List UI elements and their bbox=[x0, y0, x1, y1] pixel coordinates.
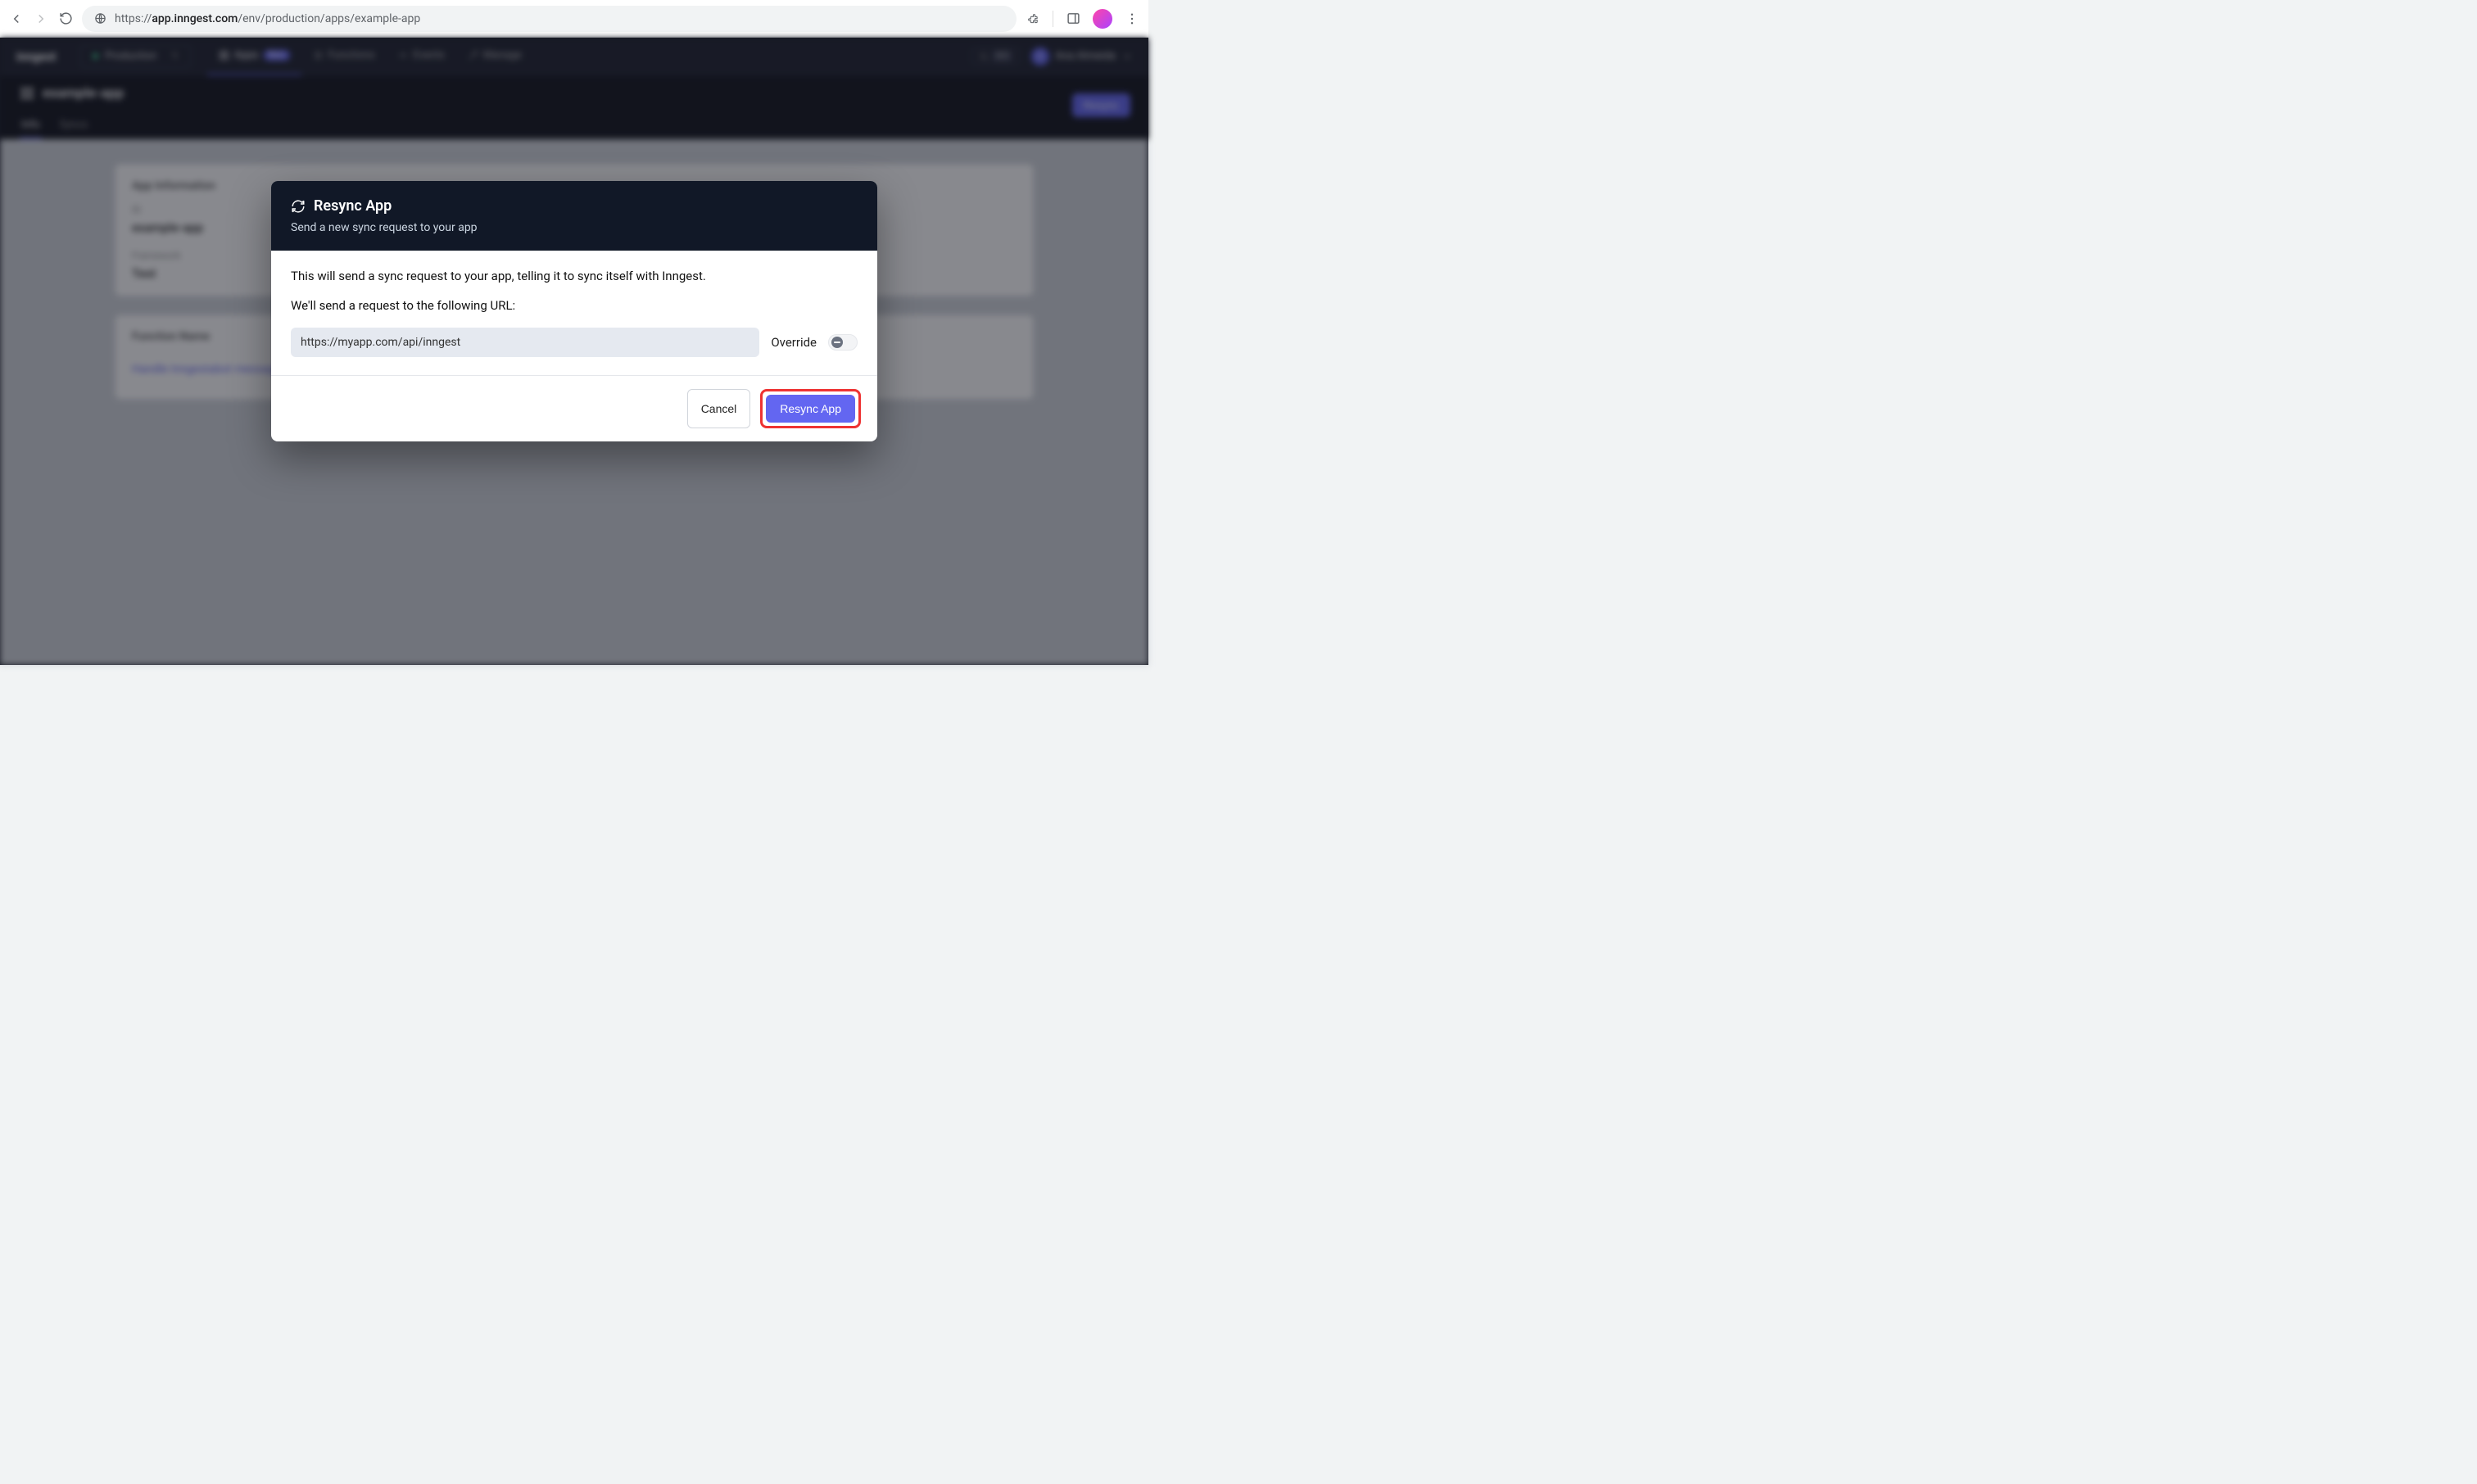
toggle-knob bbox=[831, 337, 843, 348]
browser-menu-icon[interactable] bbox=[1124, 11, 1140, 27]
modal-footer: Cancel Resync App bbox=[271, 375, 877, 441]
modal-overlay[interactable]: Resync App Send a new sync request to yo… bbox=[0, 38, 1148, 665]
modal-header: Resync App Send a new sync request to yo… bbox=[271, 181, 877, 251]
modal-body-text: This will send a sync request to your ap… bbox=[291, 269, 858, 283]
browser-reload-button[interactable] bbox=[57, 11, 74, 27]
browser-forward-button[interactable] bbox=[33, 11, 49, 27]
modal-body: This will send a sync request to your ap… bbox=[271, 251, 877, 375]
modal-body-text: We'll send a request to the following UR… bbox=[291, 298, 858, 313]
browser-chrome: https://app.inngest.com/env/production/a… bbox=[0, 0, 1148, 38]
globe-icon bbox=[93, 12, 106, 25]
browser-address-bar[interactable]: https://app.inngest.com/env/production/a… bbox=[82, 6, 1017, 32]
resync-modal: Resync App Send a new sync request to yo… bbox=[271, 181, 877, 441]
modal-title: Resync App bbox=[314, 197, 392, 215]
sync-url-display: https://myapp.com/api/inngest bbox=[291, 328, 759, 357]
browser-back-button[interactable] bbox=[8, 11, 25, 27]
browser-profile-avatar[interactable] bbox=[1093, 9, 1112, 29]
panel-icon[interactable] bbox=[1065, 11, 1081, 27]
sync-icon bbox=[291, 199, 306, 214]
override-label: Override bbox=[771, 335, 817, 350]
modal-subtitle: Send a new sync request to your app bbox=[291, 221, 858, 234]
resync-confirm-button[interactable]: Resync App bbox=[766, 395, 855, 423]
cancel-button[interactable]: Cancel bbox=[687, 389, 751, 428]
override-toggle[interactable] bbox=[828, 334, 858, 351]
highlight-annotation: Resync App bbox=[760, 389, 861, 428]
extensions-icon[interactable] bbox=[1025, 11, 1041, 27]
browser-url-text: https://app.inngest.com/env/production/a… bbox=[115, 12, 1005, 25]
